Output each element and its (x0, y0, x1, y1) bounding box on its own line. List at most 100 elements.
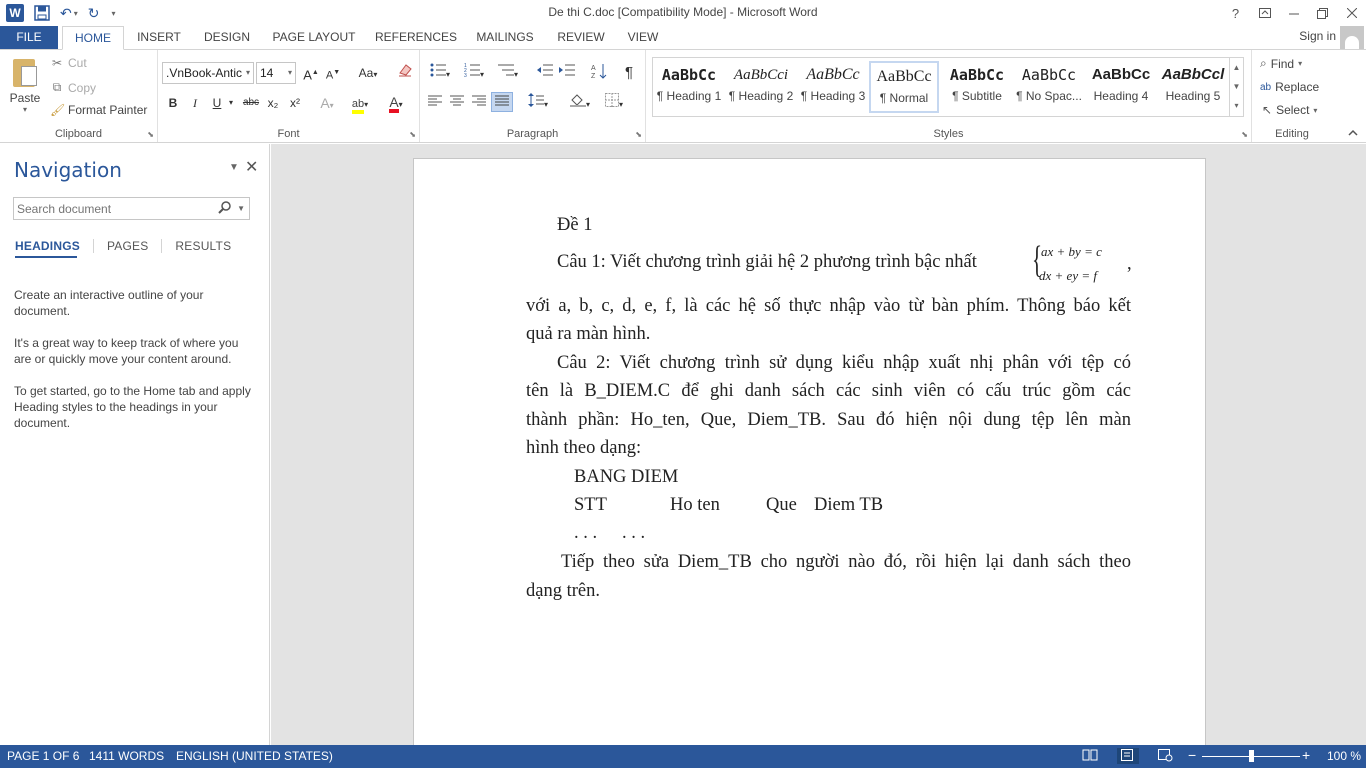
tab-view[interactable]: VIEW (620, 26, 666, 50)
style-heading-4[interactable]: AaBbCc Heading 4 (1086, 61, 1156, 113)
restore-icon[interactable] (1308, 0, 1337, 26)
collapse-ribbon-icon[interactable] (1348, 128, 1358, 139)
dialog-launcher-icon[interactable]: ⬊ (147, 130, 154, 139)
shading-button[interactable]: ▾ (566, 93, 594, 113)
change-case-button[interactable]: Aa▾ (354, 63, 382, 83)
style-heading-1[interactable]: AaBbCc ¶ Heading 1 (654, 61, 724, 113)
undo-button[interactable]: ↶ ▾ (60, 5, 78, 22)
search-icon[interactable] (218, 201, 231, 217)
tab-design[interactable]: DESIGN (196, 26, 258, 50)
web-layout-icon[interactable] (1157, 748, 1175, 764)
find-button[interactable]: ⌕ Find ▾ (1260, 56, 1302, 71)
redo-button[interactable]: ↻ (88, 5, 100, 22)
line-spacing-button[interactable]: ▾ (524, 93, 552, 113)
multilevel-list-button[interactable]: ▾ (494, 63, 522, 83)
decrease-indent-icon[interactable] (536, 63, 554, 83)
chevron-down-icon[interactable]: ▾ (74, 9, 78, 18)
font-name-combo[interactable]: .VnBook-Antic ▾ (162, 62, 254, 84)
tab-home[interactable]: HOME (62, 26, 124, 50)
font-size-combo[interactable]: 14 ▾ (256, 62, 296, 84)
minimize-icon[interactable] (1279, 0, 1308, 26)
document-area[interactable]: Đề 1 Câu 1: Viết chương trình giải hệ 2 … (271, 144, 1366, 745)
format-painter-button[interactable]: 🖌 Format Painter (50, 103, 147, 117)
bullets-button[interactable]: ▾ (426, 63, 454, 83)
zoom-slider-thumb[interactable] (1249, 750, 1254, 762)
show-formatting-marks-button[interactable]: ¶ (620, 63, 638, 83)
read-mode-icon[interactable] (1082, 748, 1100, 764)
search-document-field[interactable]: ▼ (13, 197, 250, 220)
select-button[interactable]: ↖ Select ▾ (1262, 103, 1317, 117)
word-count[interactable]: 1411 WORDS (89, 749, 164, 763)
subscript-button[interactable]: x₂ (264, 93, 282, 113)
styles-scrollbar[interactable]: ▲ ▼ ▾ (1229, 58, 1243, 116)
tab-file[interactable]: FILE (0, 26, 58, 50)
clear-formatting-icon[interactable] (396, 63, 414, 83)
language-indicator[interactable]: ENGLISH (UNITED STATES) (176, 749, 333, 763)
ribbon-tabs: FILE HOME INSERT DESIGN PAGE LAYOUT REFE… (0, 26, 1366, 50)
style-heading-2[interactable]: AaBbCci ¶ Heading 2 (726, 61, 796, 113)
more-styles-icon[interactable]: ▾ (1230, 96, 1243, 115)
italic-button[interactable]: I (186, 93, 204, 113)
styles-gallery: AaBbCc ¶ Heading 1 AaBbCci ¶ Heading 2 A… (652, 57, 1244, 117)
dialog-launcher-icon[interactable]: ⬊ (409, 130, 416, 139)
tab-headings[interactable]: HEADINGS (15, 239, 94, 253)
strikethrough-button[interactable]: abc (240, 93, 262, 113)
chevron-down-icon[interactable]: ▾ (226, 93, 236, 113)
dialog-launcher-icon[interactable]: ⬊ (1241, 130, 1248, 139)
question-2-line-3: thành phần: Ho_ten, Que, Diem_TB. Sau đó… (526, 410, 1131, 430)
align-left-icon[interactable] (426, 93, 444, 113)
style-normal[interactable]: AaBbCc ¶ Normal (869, 61, 939, 113)
zoom-level[interactable]: 100 % (1327, 749, 1361, 763)
grow-font-button[interactable]: A▲ (302, 63, 320, 83)
underline-button[interactable]: U (208, 93, 226, 113)
text-effects-button[interactable]: A▾ (318, 93, 336, 113)
copy-button[interactable]: ⧉ Copy (50, 80, 96, 95)
chevron-down-icon[interactable]: ▼ (237, 204, 245, 213)
style-subtitle[interactable]: AaBbCc ¶ Subtitle (942, 61, 1012, 113)
replace-button[interactable]: ab Replace (1260, 80, 1319, 94)
scroll-down-icon[interactable]: ▼ (1230, 77, 1243, 96)
print-layout-icon[interactable] (1117, 748, 1139, 764)
save-icon[interactable] (34, 5, 50, 21)
chevron-down-icon[interactable]: ▼ (229, 162, 239, 173)
zoom-out-button[interactable]: − (1188, 747, 1196, 763)
search-input[interactable] (14, 198, 214, 219)
ribbon-display-options-icon[interactable] (1250, 0, 1279, 26)
style-heading-3[interactable]: AaBbCc ¶ Heading 3 (798, 61, 868, 113)
align-right-icon[interactable] (470, 93, 488, 113)
increase-indent-icon[interactable] (558, 63, 576, 83)
paste-button[interactable]: Paste ▾ (6, 56, 44, 122)
numbering-button[interactable]: 1 2 3 ▾ (460, 63, 488, 83)
tab-review[interactable]: REVIEW (550, 26, 612, 50)
close-icon[interactable]: ✕ (245, 157, 258, 177)
style-heading-5[interactable]: AaBbCcl Heading 5 (1158, 61, 1228, 113)
style-no-spacing[interactable]: AaBbCc ¶ No Spac... (1014, 61, 1084, 113)
avatar[interactable] (1340, 26, 1364, 50)
dialog-launcher-icon[interactable]: ⬊ (635, 130, 642, 139)
close-icon[interactable] (1337, 0, 1366, 26)
word-app-icon[interactable]: W (6, 4, 24, 22)
sort-icon[interactable]: AZ (590, 63, 608, 83)
page-count[interactable]: PAGE 1 OF 6 (7, 749, 79, 763)
zoom-in-button[interactable]: + (1302, 747, 1310, 763)
tab-results[interactable]: RESULTS (175, 239, 244, 253)
tab-page-layout[interactable]: PAGE LAYOUT (266, 26, 362, 50)
tab-pages[interactable]: PAGES (107, 239, 163, 253)
font-color-button[interactable]: A▾ (384, 93, 408, 113)
tab-mailings[interactable]: MAILINGS (468, 26, 542, 50)
align-center-icon[interactable] (448, 93, 466, 113)
shrink-font-button[interactable]: A▼ (324, 63, 342, 83)
scroll-up-icon[interactable]: ▲ (1230, 58, 1243, 77)
justify-icon[interactable] (491, 92, 513, 112)
borders-button[interactable]: ▾ (600, 93, 628, 113)
superscript-button[interactable]: x² (286, 93, 304, 113)
bold-button[interactable]: B (164, 93, 182, 113)
highlight-button[interactable]: ab▾ (348, 93, 372, 114)
tab-insert[interactable]: INSERT (130, 26, 188, 50)
cut-button[interactable]: ✂ Cut (50, 56, 87, 70)
customize-qat-button[interactable]: ▾ (109, 9, 115, 18)
tab-references[interactable]: REFERENCES (372, 26, 460, 50)
sign-in-link[interactable]: Sign in (1299, 29, 1336, 43)
help-button[interactable]: ? (1221, 0, 1250, 26)
document-page[interactable]: Đề 1 Câu 1: Viết chương trình giải hệ 2 … (413, 158, 1206, 745)
